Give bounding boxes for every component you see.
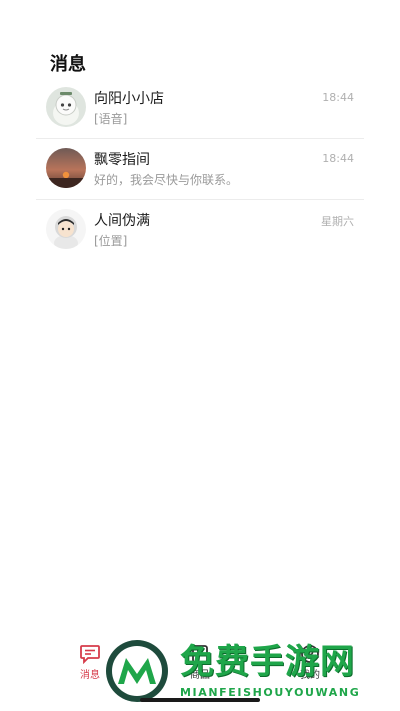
cartoon-boy-avatar-icon [46, 209, 86, 249]
avatar[interactable] [46, 209, 86, 249]
message-icon [80, 645, 100, 664]
conversation-list: 向阳小小店 [语音] 18:44 飘零指间 好的，我会尽快与你联系。 18:44 [36, 78, 364, 260]
conversation-preview: [位置] [94, 234, 128, 248]
conversation-item[interactable]: 向阳小小店 [语音] 18:44 [36, 78, 364, 139]
home-indicator [140, 698, 260, 702]
avatar[interactable] [46, 87, 86, 127]
conversation-name: 飘零指间 [94, 152, 150, 168]
sunset-photo-avatar-icon [46, 148, 86, 188]
conversation-preview: [语音] [94, 112, 128, 126]
conversation-time: 18:44 [322, 152, 354, 165]
site-logo-icon [106, 640, 168, 702]
avatar[interactable] [46, 148, 86, 188]
cartoon-sprite-avatar-icon [46, 87, 86, 127]
conversation-item[interactable]: 人间伪满 [位置] 星期六 [36, 200, 364, 260]
conversation-time: 星期六 [321, 215, 354, 228]
conversation-item[interactable]: 飘零指间 好的，我会尽快与你联系。 18:44 [36, 139, 364, 200]
watermark-title: 免费手游网 [180, 642, 355, 682]
conversation-name: 向阳小小店 [94, 91, 164, 107]
conversation-name: 人间伪满 [94, 213, 150, 229]
conversation-preview: 好的，我会尽快与你联系。 [94, 173, 239, 187]
page-title: 消息 [50, 54, 86, 75]
conversation-time: 18:44 [322, 91, 354, 104]
